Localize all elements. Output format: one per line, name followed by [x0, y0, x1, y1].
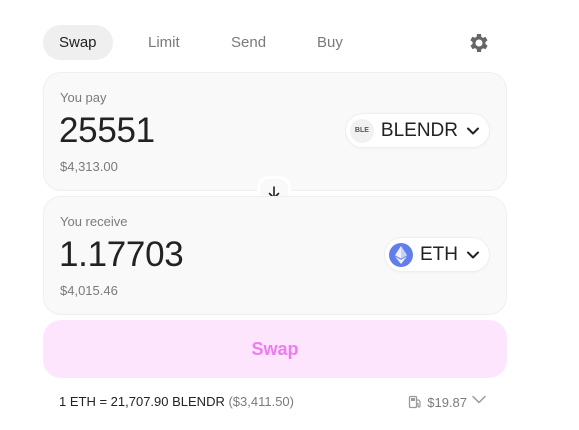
tab-limit[interactable]: Limit [132, 25, 196, 60]
blendr-token-icon: BLE [349, 118, 374, 143]
pay-amount-input[interactable]: 25551 [59, 111, 155, 151]
chevron-down-icon[interactable] [472, 395, 486, 404]
pay-label: You pay [60, 90, 107, 105]
receive-label: You receive [60, 214, 128, 229]
tab-swap[interactable]: Swap [43, 25, 113, 60]
receive-token-symbol: ETH [420, 243, 458, 265]
gas-fee-value: $19.87 [427, 394, 467, 410]
receive-amount-input[interactable]: 1.17703 [59, 235, 184, 275]
receive-usd-value: $4,015.46 [60, 283, 118, 298]
gas-pump-icon [409, 395, 421, 409]
tab-bar: Swap Limit Send Buy [43, 25, 507, 60]
pay-token-symbol: BLENDR [380, 119, 458, 141]
swap-button[interactable]: Swap [43, 320, 507, 378]
tab-buy[interactable]: Buy [301, 25, 359, 60]
tab-send[interactable]: Send [215, 25, 282, 60]
pay-token-selector[interactable]: BLE BLENDR [345, 114, 489, 147]
eth-token-icon [389, 242, 413, 267]
gas-fee[interactable]: $19.87 [408, 392, 467, 412]
receive-token-selector[interactable]: ETH [385, 238, 489, 271]
gear-icon[interactable] [467, 31, 491, 55]
chevron-down-icon [467, 251, 479, 258]
chevron-down-icon [467, 127, 479, 134]
exchange-rate[interactable]: 1 ETH = 21,707.90 BLENDR ($3,411.50) [59, 394, 294, 409]
pay-panel: You pay 25551 $4,313.00 BLE BLENDR [43, 72, 507, 191]
receive-panel: You receive 1.17703 $4,015.46 ETH [43, 196, 507, 315]
rate-usd: ($3,411.50) [228, 394, 294, 409]
pay-usd-value: $4,313.00 [60, 159, 118, 174]
rate-text: 1 ETH = 21,707.90 BLENDR [59, 394, 225, 409]
